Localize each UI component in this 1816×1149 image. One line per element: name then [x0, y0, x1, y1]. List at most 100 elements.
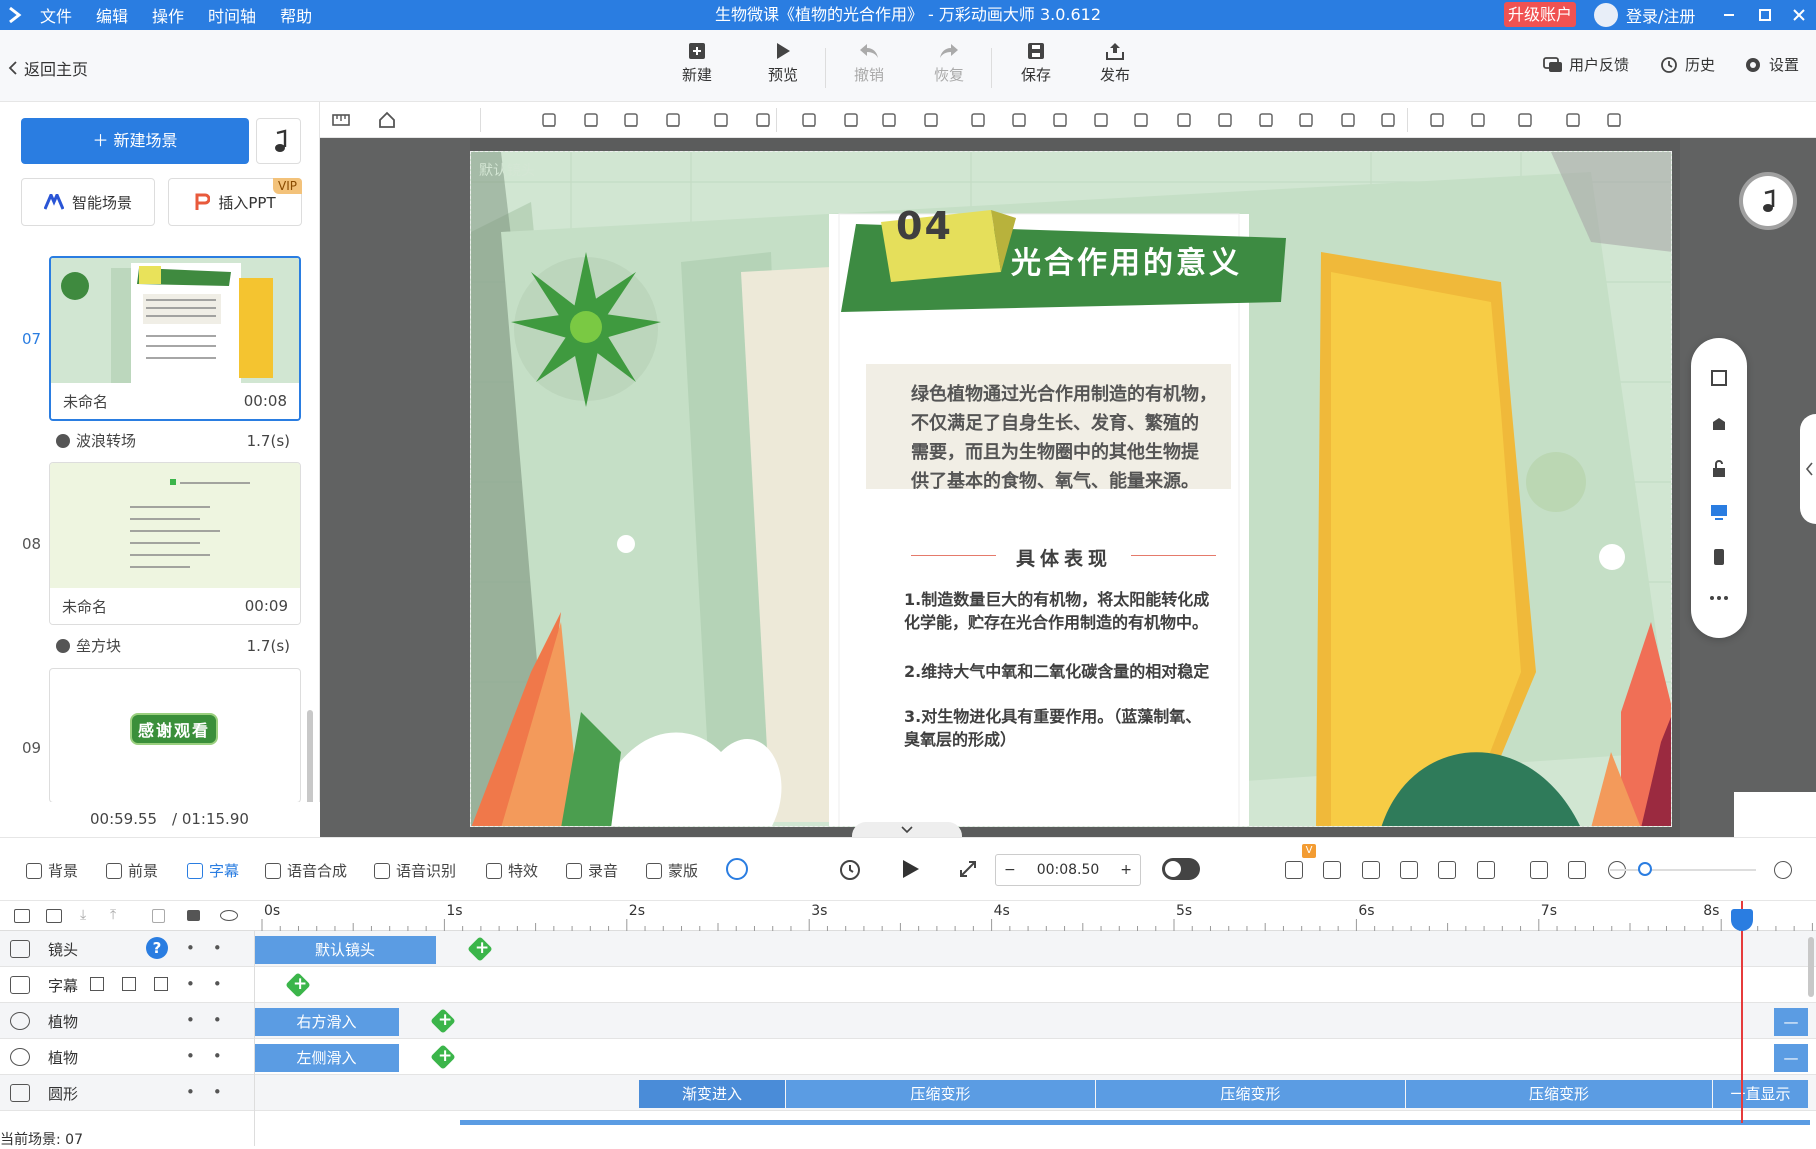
add-folder-icon[interactable] [14, 909, 30, 923]
slide-canvas[interactable]: 默认镜头 04 光合作用的意义 绿色植物通过光合作用制造的有机物， 不仅满足了自身… [470, 151, 1672, 827]
tool-speech-synthesis[interactable]: 语音合成 [265, 860, 347, 881]
align-hcenter-icon[interactable] [664, 111, 682, 129]
scene-card-07[interactable]: 未命名 00:08 [49, 256, 301, 421]
track-toggles[interactable]: •• [186, 1083, 240, 1101]
animation-segment[interactable]: 右方滑入 [254, 1008, 399, 1036]
delete-icon[interactable] [880, 111, 898, 129]
smart-scene-button[interactable]: 智能场景 [21, 178, 155, 226]
edit-icon[interactable] [90, 977, 104, 991]
new-folder-icon[interactable] [46, 909, 62, 923]
tool-foreground[interactable]: 前景 [106, 860, 158, 881]
lock-icon[interactable] [187, 910, 200, 921]
add-keyframe-icon[interactable] [430, 1008, 456, 1034]
bottom-edge-icon[interactable] [1339, 111, 1357, 129]
time-ruler[interactable] [254, 901, 1816, 931]
align-bottom-icon[interactable] [540, 111, 558, 129]
tool-recording[interactable]: 录音 [566, 860, 618, 881]
scene-card-08[interactable]: 未命名 00:09 [49, 462, 301, 625]
phone-icon[interactable] [1709, 547, 1729, 567]
add-keyframe-icon[interactable] [430, 1044, 456, 1070]
time-stepper[interactable]: − 00:08.50 + [995, 854, 1141, 886]
back-home-button[interactable]: 返回主页 [8, 56, 88, 80]
scene-card-09[interactable]: 感谢观看 [49, 668, 301, 803]
tool-effects[interactable]: 特效 [486, 860, 538, 881]
import-icon[interactable] [154, 977, 168, 991]
more-tools-icon[interactable] [726, 858, 748, 880]
unlock-icon[interactable] [800, 111, 818, 129]
zoom-in-icon[interactable] [1428, 111, 1446, 129]
animation-segment[interactable]: 一直显示 [1713, 1080, 1808, 1108]
delete-icon[interactable] [122, 977, 136, 991]
track-toggles[interactable]: •• [186, 1011, 240, 1029]
zoom-plus-icon[interactable] [1774, 861, 1792, 879]
tool-speech-recognition[interactable]: 语音识别 [374, 860, 456, 881]
fullscreen-icon[interactable] [958, 859, 978, 879]
one-to-one-icon[interactable] [1568, 861, 1586, 879]
align-top-icon[interactable] [582, 111, 600, 129]
save-button[interactable]: 保存 [1006, 42, 1066, 85]
delete-icon[interactable] [152, 909, 165, 923]
copy-icon[interactable] [1564, 111, 1582, 129]
add-keyframe-icon[interactable] [285, 972, 311, 998]
eye-icon[interactable] [220, 910, 238, 921]
ruler-icon[interactable] [332, 111, 350, 129]
track-circle[interactable]: 圆形 •• 渐变进入 压缩变形 压缩变形 压缩变形 一直显示 [0, 1075, 1816, 1111]
minimap-icon[interactable] [1734, 792, 1816, 837]
zoom-slider-handle[interactable] [1638, 862, 1652, 876]
playhead[interactable] [1741, 901, 1743, 1123]
collapse-panel-button[interactable] [1800, 414, 1816, 524]
track-plant-1[interactable]: 植物 •• 右方滑入 — [0, 1003, 1816, 1039]
scene-music-button[interactable] [256, 118, 301, 164]
new-button[interactable]: 新建 [667, 42, 727, 85]
decrease-time-button[interactable]: − [1004, 862, 1016, 878]
feedback-button[interactable]: 用户反馈 [1543, 54, 1629, 75]
screen-icon[interactable] [1709, 502, 1729, 522]
increase-time-button[interactable]: + [1120, 862, 1132, 878]
align-left-icon[interactable] [1175, 111, 1193, 129]
align-middle-icon[interactable] [1051, 111, 1069, 129]
fit-width-icon[interactable] [1530, 861, 1548, 879]
preview-button[interactable]: 预览 [753, 42, 813, 85]
undo-button[interactable]: 撤销 [839, 42, 899, 85]
exit-segment[interactable]: — [1774, 1044, 1808, 1072]
tool-background[interactable]: 背景 [26, 860, 78, 881]
publish-button[interactable]: 发布 [1085, 42, 1145, 85]
login-button[interactable]: 登录/注册 [1594, 0, 1695, 30]
track-plant-2[interactable]: 植物 •• 左侧滑入 — [0, 1039, 1816, 1075]
flip-horizontal-icon[interactable] [712, 111, 730, 129]
expand-timeline-button[interactable] [852, 822, 962, 837]
time-input[interactable]: 00:08.50 [1037, 862, 1100, 878]
paste-icon[interactable] [1605, 111, 1623, 129]
track-toggles[interactable]: •• [186, 975, 240, 993]
play-button[interactable] [898, 857, 922, 881]
track-subtitle[interactable]: 字幕 •• [0, 967, 1816, 1003]
animation-segment[interactable]: 左侧滑入 [254, 1044, 399, 1072]
distribute-v-icon[interactable] [1010, 111, 1028, 129]
camera-segment[interactable]: 默认镜头 [254, 936, 436, 964]
track-camera[interactable]: 镜头 ? •• 默认镜头 [0, 931, 1816, 967]
center-h-icon[interactable] [1257, 111, 1275, 129]
animation-segment[interactable]: 压缩变形 [786, 1080, 1095, 1108]
transition-item[interactable]: 垒方块 1.7(s) [56, 635, 290, 656]
split-icon[interactable] [1400, 861, 1418, 879]
flip-vertical-icon[interactable] [754, 111, 772, 129]
animation-segment[interactable]: 压缩变形 [1406, 1080, 1712, 1108]
more-icon[interactable] [1709, 593, 1729, 603]
fit-screen-icon[interactable] [1709, 368, 1729, 388]
align-vcenter-icon[interactable] [622, 111, 640, 129]
loop-toggle[interactable] [1162, 858, 1200, 880]
track-toggles[interactable]: •• [186, 939, 240, 957]
group-icon[interactable] [922, 111, 940, 129]
transition-item[interactable]: 波浪转场 1.7(s) [56, 430, 290, 451]
move-down-icon[interactable]: ⤓ [80, 907, 86, 923]
timeline-scrollbar[interactable] [1808, 937, 1814, 997]
track-toggles[interactable]: •• [186, 1047, 240, 1065]
rewind-icon[interactable] [838, 858, 862, 882]
align-right-icon[interactable] [1216, 111, 1234, 129]
space-even-icon[interactable] [1132, 111, 1150, 129]
zoom-slider-track[interactable] [1610, 869, 1756, 871]
playhead-handle[interactable] [1731, 909, 1753, 931]
tool-mask[interactable]: 蒙版 [646, 860, 698, 881]
maximize-icon[interactable] [1748, 0, 1782, 30]
rotate-icon[interactable] [1709, 414, 1729, 434]
